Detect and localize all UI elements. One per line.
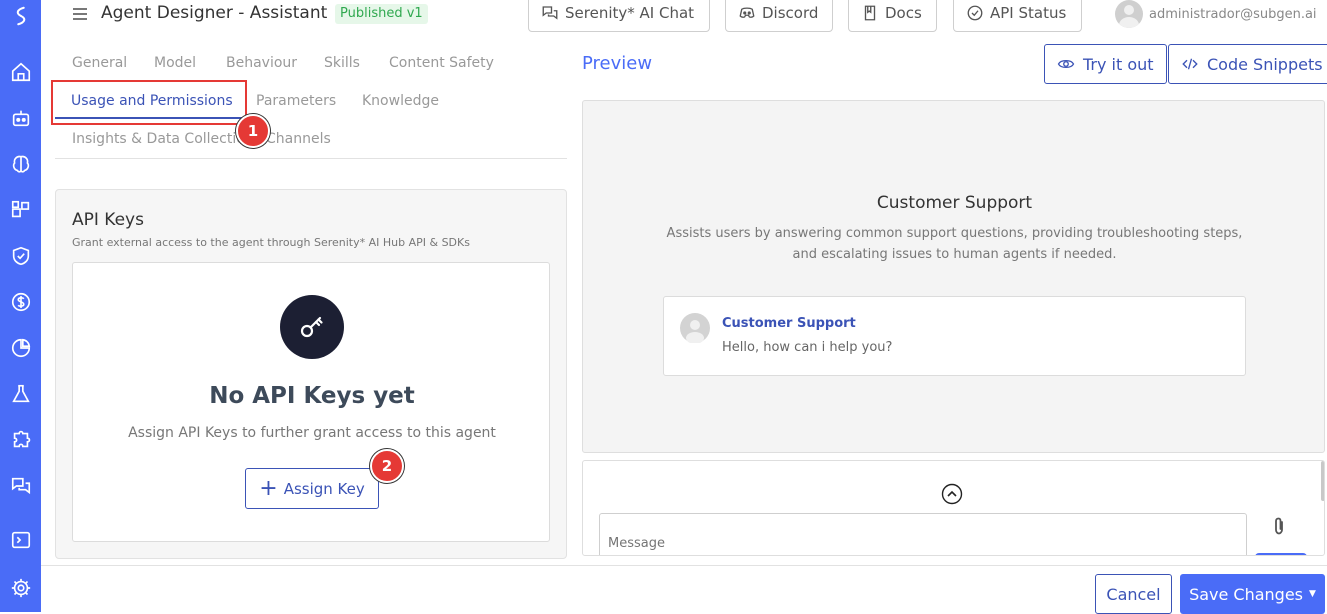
tab-behaviour[interactable]: Behaviour	[226, 55, 297, 71]
preview-title: Preview	[582, 53, 653, 74]
avatar	[1115, 0, 1143, 28]
blocks-icon[interactable]	[0, 196, 41, 224]
sidebar	[0, 0, 41, 612]
api-keys-subtitle: Grant external access to the agent throu…	[72, 236, 470, 249]
docs-link[interactable]: Docs	[848, 0, 937, 32]
tab-skills[interactable]: Skills	[324, 55, 360, 71]
pie-chart-icon[interactable]	[0, 334, 41, 362]
api-status-label: API Status	[990, 4, 1067, 22]
assign-key-label: Assign Key	[283, 479, 365, 498]
preview-panel: Customer Support Assists users by answer…	[582, 100, 1325, 453]
hamburger-menu-icon[interactable]	[71, 4, 89, 24]
code-snippets-button[interactable]: Code Snippets	[1168, 44, 1327, 84]
tab-model[interactable]: Model	[154, 55, 196, 71]
serenity-chat-label: Serenity* AI Chat	[565, 4, 695, 22]
chat-sender-name: Customer Support	[722, 316, 856, 331]
api-status-link[interactable]: API Status	[953, 0, 1082, 32]
code-snippets-label: Code Snippets	[1207, 54, 1323, 74]
book-icon	[864, 5, 876, 21]
assign-key-button[interactable]: + Assign Key	[245, 468, 379, 509]
docs-label: Docs	[885, 4, 922, 22]
caret-down-icon: ▼	[1309, 589, 1316, 599]
user-email: administrador@subgen.ai	[1149, 6, 1317, 22]
brain-icon[interactable]	[0, 150, 41, 178]
logo-icon[interactable]	[0, 2, 41, 30]
discord-link[interactable]: Discord	[725, 0, 833, 32]
empty-state-title: No API Keys yet	[209, 383, 415, 409]
chat-bubbles-icon[interactable]	[0, 472, 41, 500]
discord-label: Discord	[762, 4, 819, 22]
chat-message-text: Hello, how can i help you?	[722, 340, 893, 355]
page-title: Agent Designer - Assistant	[101, 3, 328, 23]
top-bar: Agent Designer - Assistant Published v1 …	[41, 0, 1327, 32]
paperclip-icon[interactable]	[1269, 515, 1289, 537]
tab-channels[interactable]: Channels	[266, 131, 331, 147]
serenity-chat-link[interactable]: Serenity* AI Chat	[528, 0, 710, 32]
tab-insights-data-collection[interactable]: Insights & Data Collection	[72, 131, 254, 147]
try-it-out-label: Try it out	[1083, 54, 1154, 74]
chat-input-area	[582, 460, 1325, 556]
empty-state-subtitle: Assign API Keys to further grant access …	[128, 425, 496, 441]
api-keys-card: API Keys Grant external access to the ag…	[55, 189, 567, 559]
step-marker-1: 1	[236, 114, 270, 148]
api-keys-empty-state: No API Keys yet Assign API Keys to furth…	[72, 262, 550, 542]
step-marker-2: 2	[370, 449, 404, 483]
key-icon	[280, 295, 344, 359]
tabs-divider	[55, 158, 567, 159]
robot-icon[interactable]	[0, 104, 41, 132]
scrollbar[interactable]	[1321, 461, 1324, 501]
dollar-icon[interactable]	[0, 288, 41, 316]
agent-description: Assists users by answering common suppor…	[666, 226, 1243, 262]
terminal-icon[interactable]	[0, 526, 41, 554]
tab-parameters[interactable]: Parameters	[256, 93, 336, 109]
puzzle-icon[interactable]	[0, 426, 41, 454]
try-it-out-button[interactable]: Try it out	[1044, 44, 1167, 84]
chat-message-bubble: Customer Support Hello, how can i help y…	[663, 296, 1246, 376]
home-icon[interactable]	[0, 58, 41, 86]
status-check-icon	[967, 5, 983, 21]
agent-avatar	[680, 313, 710, 344]
plus-icon: +	[259, 475, 278, 501]
tab-content-safety[interactable]: Content Safety	[389, 55, 494, 71]
agent-name: Customer Support	[876, 193, 1033, 213]
cancel-button[interactable]: Cancel	[1095, 574, 1172, 614]
status-badge: Published v1	[335, 4, 428, 24]
chevron-up-icon[interactable]	[941, 483, 963, 505]
api-keys-title: API Keys	[72, 210, 144, 230]
discord-icon	[739, 7, 755, 18]
send-button[interactable]	[1255, 553, 1307, 555]
message-input[interactable]	[599, 513, 1247, 555]
tab-general[interactable]: General	[72, 55, 127, 71]
shield-icon[interactable]	[0, 242, 41, 270]
code-icon	[1182, 58, 1198, 70]
chat-icon	[542, 6, 558, 20]
user-menu[interactable]: administrador@subgen.ai	[1115, 0, 1317, 28]
save-changes-label: Save Changes	[1189, 584, 1304, 604]
highlight-box	[51, 80, 247, 125]
tab-knowledge[interactable]: Knowledge	[362, 93, 439, 109]
flask-icon[interactable]	[0, 380, 41, 408]
eye-icon	[1057, 59, 1075, 69]
gear-icon[interactable]	[0, 574, 41, 602]
save-changes-button[interactable]: Save Changes ▼	[1180, 574, 1325, 614]
